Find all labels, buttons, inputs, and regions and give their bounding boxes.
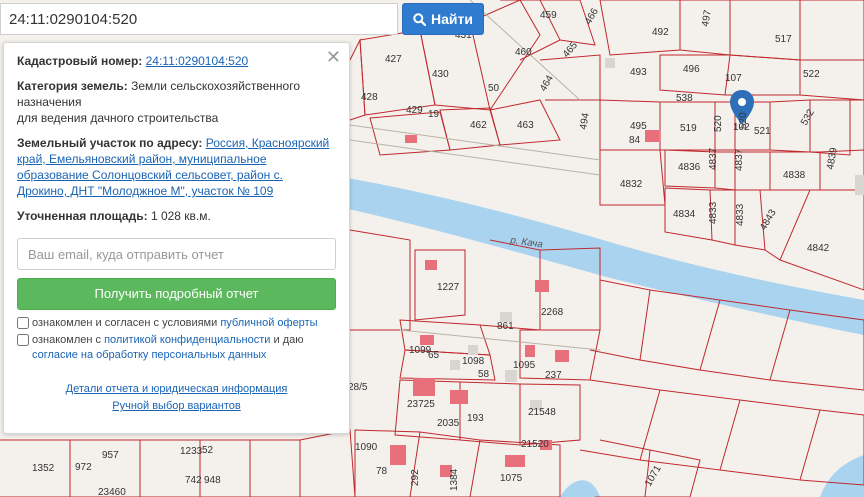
lot-label: 496 [683,64,700,75]
lot-label: 4837 [708,147,719,170]
close-icon[interactable]: ✕ [326,48,341,66]
lot-label: 1384 [449,468,460,491]
lot-label: 522 [803,69,820,80]
lot-label: 4832 [620,179,643,190]
cadastral-label: Кадастровый номер: [17,54,143,68]
lot-label: 460 [515,47,532,58]
lot-label: 428 [361,92,378,103]
address-label: Земельный участок по адресу: [17,136,203,150]
cadastral-number-link[interactable]: 24:11:0290104:520 [146,54,249,68]
lot-label: 19 [428,109,440,120]
privacy-consent-checkbox[interactable]: ознакомлен с политикой конфиденциальност… [17,333,336,363]
public-offer-link[interactable]: публичной оферты [220,317,317,329]
area-label: Уточненная площадь: [17,209,148,223]
area-value: 1 028 кв.м. [150,209,211,223]
lot-label: 84 [629,135,641,146]
lot-label: 28/5 [348,382,368,393]
lot-label: 1233 [180,446,203,457]
lot-label: 4833 [735,203,746,226]
privacy-checkbox[interactable] [17,334,29,346]
lot-label: 107 [725,73,742,84]
lot-label: 4838 [783,170,806,181]
lot-label: 429 [406,105,423,116]
lot-label: 520 [713,115,724,132]
lot-label: 492 [652,27,669,38]
search-input[interactable] [1,4,397,34]
search-button[interactable]: Найти [402,3,484,35]
lot-label: 493 [630,67,647,78]
lot-label: 948 [204,475,221,486]
cadastral-row: Кадастровый номер: 24:11:0290104:520 [17,53,336,69]
category-value-2: для ведения дачного строительства [17,111,219,125]
lot-label: 1090 [355,442,378,453]
lot-label: 1095 [513,360,536,371]
offer-checkbox[interactable] [17,317,29,329]
lot-label: 521 [754,126,771,137]
lot-label: 463 [517,120,534,131]
lot-label: 957 [102,450,119,461]
lot-label: 50 [488,83,500,94]
lot-label: 1227 [437,282,460,293]
lot-label: 4842 [807,243,830,254]
lot-label: 517 [775,34,792,45]
search-button-label: Найти [431,11,473,27]
parcel-info-panel: ✕ Кадастровый номер: 24:11:0290104:520 К… [3,42,350,434]
lot-label: 21520 [521,439,549,450]
lot-label: 520 [738,112,749,129]
lot-label: 237 [545,370,562,381]
privacy-text-2: и даю [273,334,304,346]
personal-data-consent-link[interactable]: согласие на обработку персональных данны… [32,349,266,361]
category-label: Категория земель: [17,79,128,93]
address-row: Земельный участок по адресу: Россия, Кра… [17,135,336,199]
manual-selection-link[interactable]: Ручной выбор вариантов [17,398,336,415]
get-report-button[interactable]: Получить подробный отчет [17,278,336,310]
lot-label: 861 [497,321,514,332]
lot-label: 4836 [678,162,701,173]
lot-label: 1075 [500,473,523,484]
lot-label: 538 [676,93,693,104]
report-details-link[interactable]: Детали отчета и юридическая информация [17,381,336,398]
lot-label: 519 [680,123,697,134]
lot-label: 21548 [528,407,556,418]
lot-label: 972 [75,462,92,473]
lot-label: 459 [540,10,557,21]
area-row: Уточненная площадь: 1 028 кв.м. [17,208,336,224]
lot-label: 2035 [437,418,460,429]
privacy-policy-link[interactable]: политикой конфиденциальности [104,334,270,346]
lot-label: 427 [385,54,402,65]
lot-label: 742 [185,475,202,486]
lot-label: 58 [478,369,490,380]
search-icon [413,12,427,26]
category-row: Категория земель: Земли сельскохозяйстве… [17,78,336,126]
lot-label: 1352 [32,463,55,474]
lot-label: 292 [410,469,421,486]
search-box [0,3,398,35]
lot-label: 4833 [708,201,719,224]
lot-label: 23460 [98,487,126,497]
privacy-text: ознакомлен с [32,334,102,346]
lot-label: 4834 [673,209,696,220]
lot-label: 23725 [407,399,435,410]
lot-label: 78 [376,466,388,477]
offer-consent-checkbox[interactable]: ознакомлен и согласен с условиями публич… [17,316,336,331]
lot-label: 193 [467,413,484,424]
lot-label: 4837 [734,148,745,171]
lot-label: 495 [630,121,647,132]
lot-label: 52 [202,445,214,456]
lot-label: 462 [470,120,487,131]
lot-label: 1098 [462,356,485,367]
lot-label: 65 [428,350,440,361]
email-field[interactable] [17,238,336,270]
lot-label: 2268 [541,307,564,318]
offer-consent-text: ознакомлен и согласен с условиями [32,317,218,329]
lot-label: 430 [432,69,449,80]
panel-links: Детали отчета и юридическая информация Р… [17,381,336,415]
